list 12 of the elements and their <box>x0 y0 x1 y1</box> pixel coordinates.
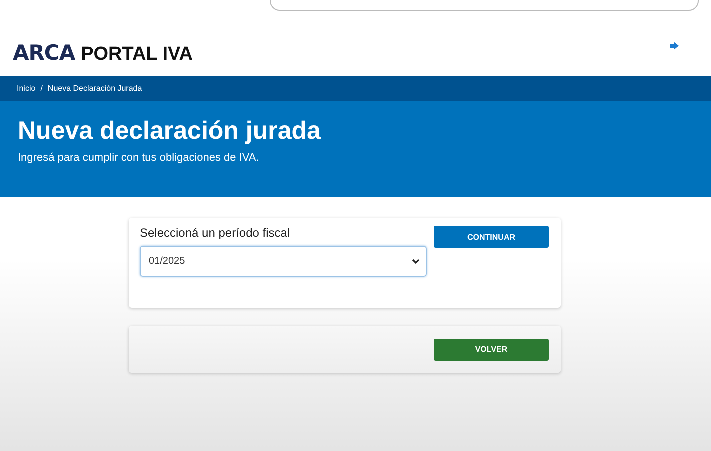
back-button[interactable]: VOLVER <box>434 338 549 360</box>
product-name: PORTAL IVA <box>81 44 193 66</box>
field-label: Seleccioná un período fiscal <box>140 226 292 240</box>
page-title: Nueva declaración jurada <box>18 117 322 146</box>
breadcrumb-separator: / <box>40 84 43 93</box>
breadcrumb-item: Nueva Declaración Jurada <box>48 84 142 93</box>
page-subtitle: Ingresá para cumplir con tus obligaciones de IVA. <box>18 152 260 164</box>
chevron-down-icon <box>412 258 420 264</box>
continue-button[interactable]: CONTINUAR <box>434 226 549 248</box>
period-select[interactable]: 01/2025 <box>140 246 427 277</box>
breadcrumb-item[interactable]: Inicio <box>17 84 36 93</box>
logo: ARCA <box>13 41 76 65</box>
